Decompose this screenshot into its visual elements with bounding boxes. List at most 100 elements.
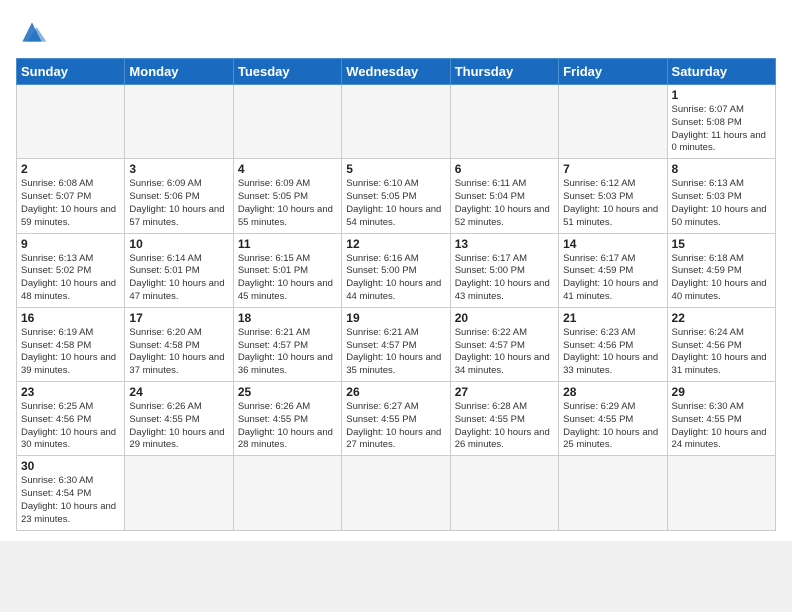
weekday-header-thursday: Thursday [450, 59, 558, 85]
day-info: Sunrise: 6:27 AMSunset: 4:55 PMDaylight:… [346, 401, 445, 452]
day-info: Sunrise: 6:13 AMSunset: 5:02 PMDaylight:… [21, 253, 120, 304]
day-info: Sunrise: 6:25 AMSunset: 4:56 PMDaylight:… [21, 401, 120, 452]
header [16, 16, 776, 48]
calendar-cell: 25 Sunrise: 6:26 AMSunset: 4:55 PMDayligh… [233, 382, 341, 456]
day-number: 20 [455, 311, 554, 325]
calendar-cell: 12 Sunrise: 6:16 AMSunset: 5:00 PMDayligh… [342, 233, 450, 307]
day-number: 7 [563, 162, 662, 176]
calendar-cell [450, 456, 558, 530]
day-info: Sunrise: 6:28 AMSunset: 4:55 PMDaylight:… [455, 401, 554, 452]
weekday-header-sunday: Sunday [17, 59, 125, 85]
calendar-cell: 2Sunrise: 6:08 AMSunset: 5:07 PMDaylight… [17, 159, 125, 233]
calendar-cell: 5 Sunrise: 6:10 AMSunset: 5:05 PMDaylight… [342, 159, 450, 233]
weekday-row: SundayMondayTuesdayWednesdayThursdayFrid… [17, 59, 776, 85]
calendar-cell [559, 85, 667, 159]
calendar-cell: 1Sunrise: 6:07 AMSunset: 5:08 PMDaylight… [667, 85, 775, 159]
calendar-cell: 4 Sunrise: 6:09 AMSunset: 5:05 PMDaylight… [233, 159, 341, 233]
week-row: 2Sunrise: 6:08 AMSunset: 5:07 PMDaylight… [17, 159, 776, 233]
day-info: Sunrise: 6:07 AMSunset: 5:08 PMDaylight:… [672, 104, 771, 155]
calendar-cell: 28 Sunrise: 6:29 AMSunset: 4:55 PMDayligh… [559, 382, 667, 456]
day-number: 29 [672, 385, 771, 399]
day-info: Sunrise: 6:16 AMSunset: 5:00 PMDaylight:… [346, 253, 445, 304]
day-info: Sunrise: 6:11 AMSunset: 5:04 PMDaylight:… [455, 178, 554, 229]
day-info: Sunrise: 6:26 AMSunset: 4:55 PMDaylight:… [238, 401, 337, 452]
day-number: 16 [21, 311, 120, 325]
day-number: 5 [346, 162, 445, 176]
day-number: 26 [346, 385, 445, 399]
day-info: Sunrise: 6:23 AMSunset: 4:56 PMDaylight:… [563, 327, 662, 378]
calendar-cell: 8Sunrise: 6:13 AMSunset: 5:03 PMDaylight… [667, 159, 775, 233]
day-number: 12 [346, 237, 445, 251]
calendar-cell: 23 Sunrise: 6:25 AMSunset: 4:56 PMDayligh… [17, 382, 125, 456]
day-info: Sunrise: 6:12 AMSunset: 5:03 PMDaylight:… [563, 178, 662, 229]
calendar: SundayMondayTuesdayWednesdayThursdayFrid… [16, 58, 776, 531]
week-row: 16 Sunrise: 6:19 AMSunset: 4:58 PMDayligh… [17, 307, 776, 381]
calendar-cell: 22 Sunrise: 6:24 AMSunset: 4:56 PMDayligh… [667, 307, 775, 381]
day-info: Sunrise: 6:14 AMSunset: 5:01 PMDaylight:… [129, 253, 228, 304]
calendar-cell [17, 85, 125, 159]
logo-icon [16, 16, 48, 48]
calendar-cell: 17 Sunrise: 6:20 AMSunset: 4:58 PMDayligh… [125, 307, 233, 381]
calendar-cell [559, 456, 667, 530]
day-info: Sunrise: 6:24 AMSunset: 4:56 PMDaylight:… [672, 327, 771, 378]
day-info: Sunrise: 6:29 AMSunset: 4:55 PMDaylight:… [563, 401, 662, 452]
day-info: Sunrise: 6:19 AMSunset: 4:58 PMDaylight:… [21, 327, 120, 378]
day-number: 27 [455, 385, 554, 399]
day-number: 28 [563, 385, 662, 399]
calendar-cell [342, 456, 450, 530]
day-number: 21 [563, 311, 662, 325]
calendar-cell: 29 Sunrise: 6:30 AMSunset: 4:55 PMDayligh… [667, 382, 775, 456]
day-number: 17 [129, 311, 228, 325]
calendar-cell [125, 85, 233, 159]
day-info: Sunrise: 6:30 AMSunset: 4:54 PMDaylight:… [21, 475, 120, 526]
calendar-cell: 15 Sunrise: 6:18 AMSunset: 4:59 PMDayligh… [667, 233, 775, 307]
day-info: Sunrise: 6:08 AMSunset: 5:07 PMDaylight:… [21, 178, 120, 229]
calendar-cell: 26 Sunrise: 6:27 AMSunset: 4:55 PMDayligh… [342, 382, 450, 456]
day-number: 3 [129, 162, 228, 176]
calendar-cell [233, 456, 341, 530]
week-row: 30 Sunrise: 6:30 AMSunset: 4:54 PMDayligh… [17, 456, 776, 530]
day-info: Sunrise: 6:15 AMSunset: 5:01 PMDaylight:… [238, 253, 337, 304]
day-number: 4 [238, 162, 337, 176]
day-number: 15 [672, 237, 771, 251]
day-number: 22 [672, 311, 771, 325]
calendar-cell: 27 Sunrise: 6:28 AMSunset: 4:55 PMDayligh… [450, 382, 558, 456]
day-number: 9 [21, 237, 120, 251]
day-number: 18 [238, 311, 337, 325]
day-number: 8 [672, 162, 771, 176]
day-info: Sunrise: 6:18 AMSunset: 4:59 PMDaylight:… [672, 253, 771, 304]
calendar-header: SundayMondayTuesdayWednesdayThursdayFrid… [17, 59, 776, 85]
weekday-header-tuesday: Tuesday [233, 59, 341, 85]
day-info: Sunrise: 6:17 AMSunset: 4:59 PMDaylight:… [563, 253, 662, 304]
calendar-cell: 9 Sunrise: 6:13 AMSunset: 5:02 PMDaylight… [17, 233, 125, 307]
calendar-cell: 20Sunrise: 6:22 AMSunset: 4:57 PMDayligh… [450, 307, 558, 381]
day-number: 23 [21, 385, 120, 399]
day-info: Sunrise: 6:30 AMSunset: 4:55 PMDaylight:… [672, 401, 771, 452]
calendar-cell [667, 456, 775, 530]
calendar-cell: 19Sunrise: 6:21 AMSunset: 4:57 PMDayligh… [342, 307, 450, 381]
day-info: Sunrise: 6:09 AMSunset: 5:06 PMDaylight:… [129, 178, 228, 229]
day-number: 24 [129, 385, 228, 399]
week-row: 23 Sunrise: 6:25 AMSunset: 4:56 PMDayligh… [17, 382, 776, 456]
calendar-cell: 11Sunrise: 6:15 AMSunset: 5:01 PMDayligh… [233, 233, 341, 307]
day-info: Sunrise: 6:09 AMSunset: 5:05 PMDaylight:… [238, 178, 337, 229]
day-info: Sunrise: 6:17 AMSunset: 5:00 PMDaylight:… [455, 253, 554, 304]
day-info: Sunrise: 6:10 AMSunset: 5:05 PMDaylight:… [346, 178, 445, 229]
calendar-cell: 6Sunrise: 6:11 AMSunset: 5:04 PMDaylight… [450, 159, 558, 233]
calendar-cell [233, 85, 341, 159]
calendar-cell [125, 456, 233, 530]
weekday-header-saturday: Saturday [667, 59, 775, 85]
day-info: Sunrise: 6:21 AMSunset: 4:57 PMDaylight:… [346, 327, 445, 378]
weekday-header-monday: Monday [125, 59, 233, 85]
day-number: 30 [21, 459, 120, 473]
page: SundayMondayTuesdayWednesdayThursdayFrid… [0, 0, 792, 541]
day-info: Sunrise: 6:20 AMSunset: 4:58 PMDaylight:… [129, 327, 228, 378]
week-row: 9 Sunrise: 6:13 AMSunset: 5:02 PMDaylight… [17, 233, 776, 307]
calendar-cell: 30 Sunrise: 6:30 AMSunset: 4:54 PMDayligh… [17, 456, 125, 530]
weekday-header-friday: Friday [559, 59, 667, 85]
day-info: Sunrise: 6:21 AMSunset: 4:57 PMDaylight:… [238, 327, 337, 378]
day-number: 25 [238, 385, 337, 399]
calendar-body: 1Sunrise: 6:07 AMSunset: 5:08 PMDaylight… [17, 85, 776, 531]
calendar-cell: 10Sunrise: 6:14 AMSunset: 5:01 PMDayligh… [125, 233, 233, 307]
calendar-cell: 18 Sunrise: 6:21 AMSunset: 4:57 PMDayligh… [233, 307, 341, 381]
